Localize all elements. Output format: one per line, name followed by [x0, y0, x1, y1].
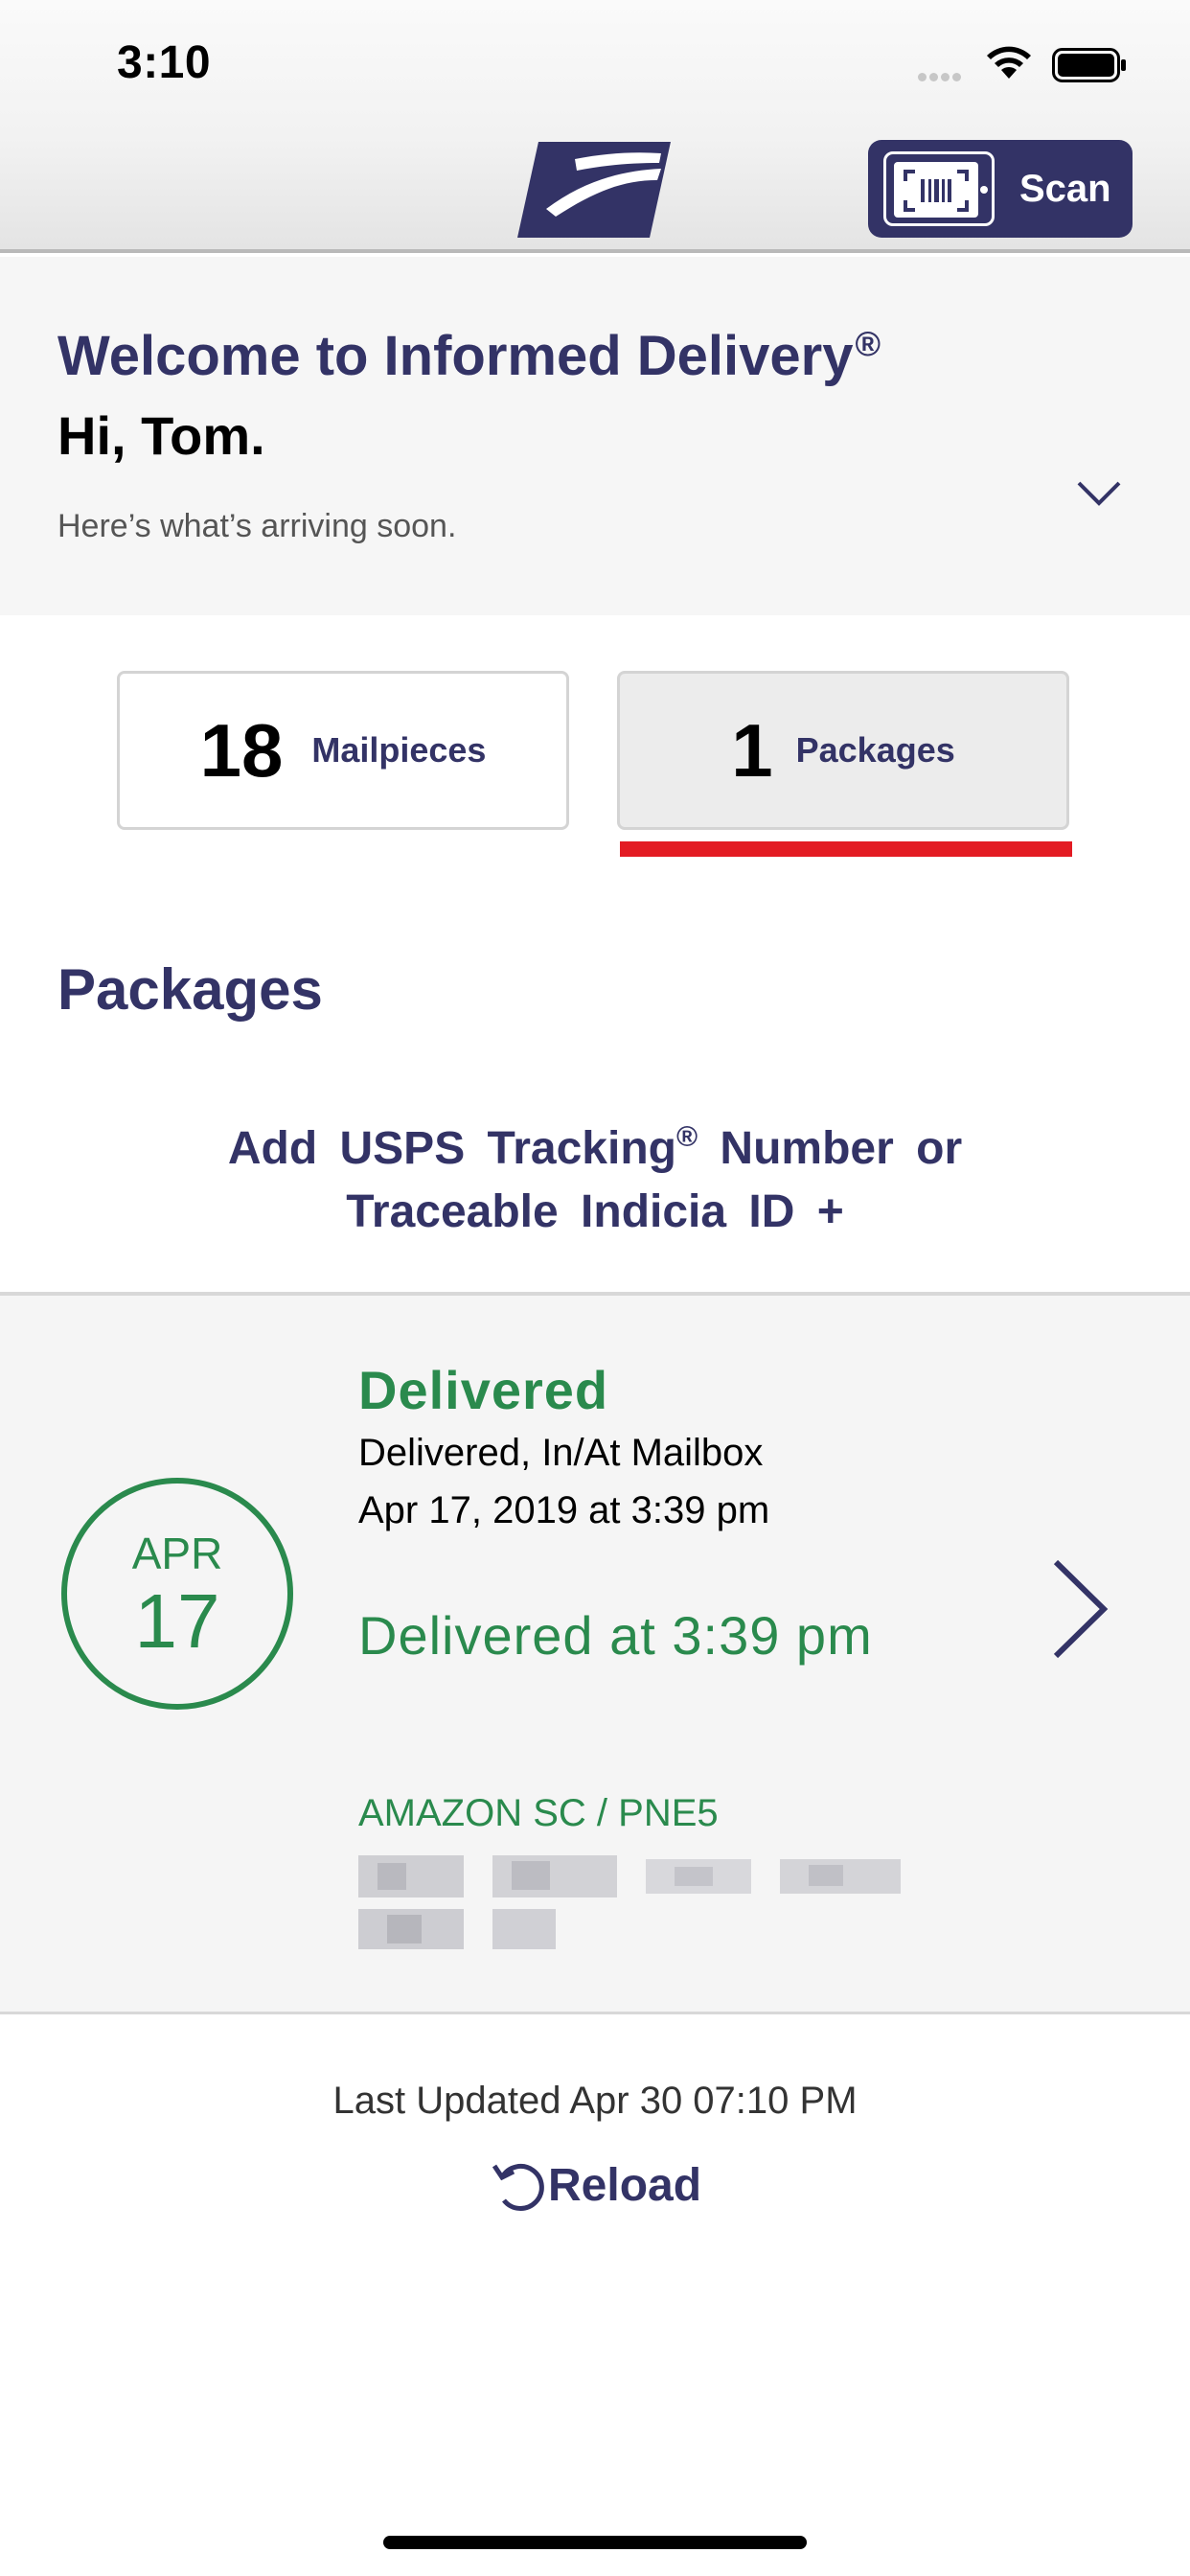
scan-label: Scan	[1019, 167, 1111, 210]
package-status-detail: Delivered, In/At Mailbox	[358, 1432, 764, 1474]
package-status: Delivered	[358, 1360, 609, 1420]
wifi-icon	[987, 46, 1031, 79]
top-bar: 3:10 Scan	[0, 0, 1190, 253]
add-tracking-text-2: Number or	[720, 1123, 963, 1174]
packages-label: Packages	[795, 730, 955, 770]
delivered-time: Delivered at 3:39 pm	[358, 1605, 873, 1666]
barcode-scanner-icon	[883, 151, 995, 226]
registered-mark: ®	[855, 324, 881, 363]
selected-tab-indicator	[620, 841, 1072, 857]
registered-mark: ®	[675, 1121, 698, 1153]
shipper-name: AMAZON SC / PNE5	[358, 1792, 719, 1834]
delivery-day: 17	[134, 1578, 220, 1664]
delivery-date-badge: APR 17	[61, 1478, 293, 1710]
add-tracking-link[interactable]: Add USPS Tracking® Number or Traceable I…	[144, 1106, 1046, 1244]
tab-packages[interactable]: 1 Packages	[617, 671, 1069, 830]
usps-eagle-icon[interactable]	[517, 142, 671, 238]
packages-count: 1	[731, 707, 773, 793]
welcome-section: Welcome to Informed Delivery® Hi, Tom. H…	[0, 257, 1190, 615]
welcome-subtitle: Here’s what’s arriving soon.	[57, 508, 457, 544]
reload-button[interactable]: Reload	[489, 2156, 701, 2214]
last-updated-text: Last Updated Apr 30 07:10 PM	[332, 2080, 858, 2122]
delivery-month: APR	[131, 1529, 223, 1578]
chevron-right-icon[interactable]	[1050, 1556, 1111, 1662]
redacted-tracking-number	[358, 1855, 901, 1949]
status-time: 3:10	[117, 37, 212, 88]
home-indicator[interactable]	[383, 2536, 807, 2549]
scan-button[interactable]: Scan	[868, 140, 1133, 238]
add-tracking-text-3: Traceable Indicia ID +	[346, 1186, 844, 1237]
package-card[interactable]: APR 17 Delivered Delivered, In/At Mailbo…	[0, 1292, 1190, 2014]
package-status-date: Apr 17, 2019 at 3:39 pm	[358, 1489, 770, 1531]
add-tracking-text: Add USPS Tracking	[227, 1123, 676, 1174]
welcome-title: Welcome to Informed Delivery®	[57, 324, 881, 387]
tab-mailpieces[interactable]: 18 Mailpieces	[117, 671, 569, 830]
cellular-signal-icon	[918, 69, 964, 86]
reload-label: Reload	[548, 2159, 702, 2211]
mailpieces-label: Mailpieces	[311, 730, 487, 770]
battery-icon	[1052, 48, 1126, 82]
chevron-down-icon[interactable]	[1075, 479, 1123, 508]
reload-icon	[492, 2163, 544, 2211]
greeting: Hi, Tom.	[57, 405, 265, 466]
mailpieces-count: 18	[199, 707, 284, 793]
packages-heading: Packages	[57, 957, 323, 1022]
